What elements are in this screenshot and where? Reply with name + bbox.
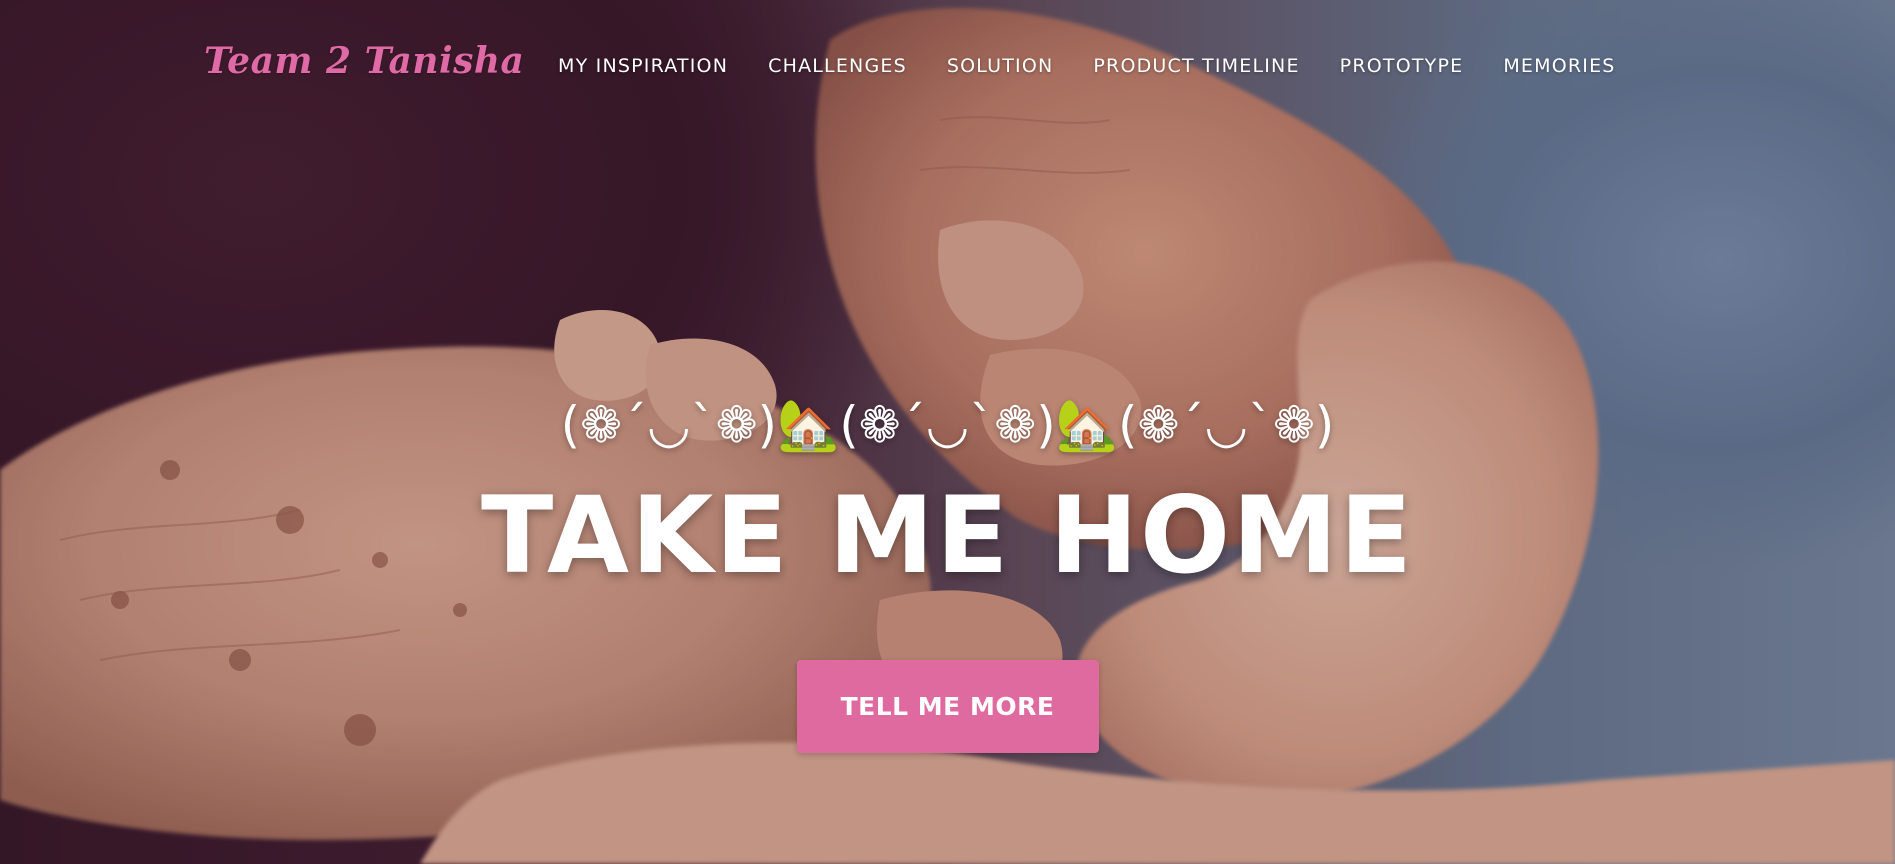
nav-links: MY INSPIRATION CHALLENGES SOLUTION PRODU…: [558, 55, 1616, 77]
navbar: Team 2 Tanisha MY INSPIRATION CHALLENGES…: [0, 0, 1895, 134]
nav-item-challenges: CHALLENGES: [768, 55, 907, 77]
nav-link-memories[interactable]: MEMORIES: [1503, 55, 1615, 77]
nav-link-prototype[interactable]: PROTOTYPE: [1340, 55, 1464, 77]
nav-item-product-timeline: PRODUCT TIMELINE: [1093, 55, 1299, 77]
hero-content: (❁´◡`❁)🏡(❁´◡`❁)🏡(❁´◡`❁) TAKE ME HOME TEL…: [0, 390, 1895, 753]
hero-subheading: (❁´◡`❁)🏡(❁´◡`❁)🏡(❁´◡`❁): [560, 396, 1335, 454]
tell-me-more-button[interactable]: TELL ME MORE: [796, 660, 1099, 753]
nav-item-prototype: PROTOTYPE: [1340, 55, 1464, 77]
nav-link-my-inspiration[interactable]: MY INSPIRATION: [558, 55, 728, 77]
hero-heading: TAKE ME HOME: [480, 474, 1415, 597]
nav-link-product-timeline[interactable]: PRODUCT TIMELINE: [1093, 55, 1299, 77]
nav-item-memories: MEMORIES: [1503, 55, 1615, 77]
nav-item-solution: SOLUTION: [947, 55, 1054, 77]
nav-link-challenges[interactable]: CHALLENGES: [768, 55, 907, 77]
nav-link-solution[interactable]: SOLUTION: [947, 55, 1054, 77]
nav-item-my-inspiration: MY INSPIRATION: [558, 55, 728, 77]
brand-logo-link[interactable]: Team 2 Tanisha: [204, 40, 524, 82]
